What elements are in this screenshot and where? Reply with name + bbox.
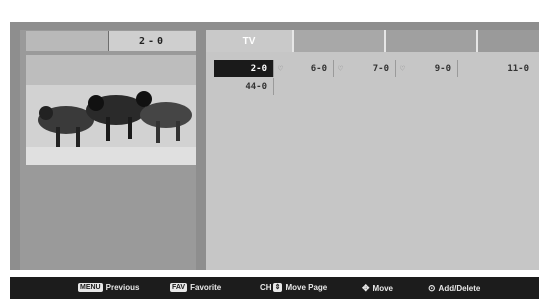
tab-4[interactable] — [476, 30, 539, 52]
favorite-heart-icon: ♡ — [400, 64, 405, 73]
channel-number: 44-0 — [245, 81, 267, 92]
channel-item[interactable]: ♡ 9-0 — [396, 60, 458, 77]
channel-number: 6-0 — [310, 63, 327, 74]
hint-move-page: CH ⇕ Move Page — [260, 283, 327, 292]
hint-previous-label: Previous — [105, 283, 140, 292]
dpad-icon: ✥ — [362, 283, 370, 293]
channel-item[interactable]: 44-0 — [214, 78, 274, 95]
favorite-heart-icon: ♡ — [338, 64, 343, 73]
current-channel-header: 2-0 — [26, 31, 196, 51]
hint-favorite: FAV Favorite — [170, 283, 221, 292]
channel-header-blank — [26, 31, 109, 51]
channel-number: 11-0 — [507, 63, 529, 74]
fav-key-icon: FAV — [170, 283, 188, 292]
channel-row-1: 2-0 ♡ 6-0 ♡ 7-0 ♡ 9-0 11-0 — [214, 60, 535, 77]
hint-move: ✥ Move — [362, 283, 393, 294]
channel-number: 2-0 — [250, 63, 267, 74]
channel-item[interactable]: ♡ 6-0 — [274, 60, 334, 77]
tv-preview-image — [26, 55, 196, 165]
current-channel-number: 2-0 — [109, 31, 196, 51]
channel-item[interactable]: 11-0 — [458, 60, 535, 77]
tab-2[interactable] — [292, 30, 384, 52]
channel-row-2: 44-0 — [214, 78, 274, 95]
channel-list-panel: TV 2-0 ♡ 6-0 ♡ 7-0 ♡ 9-0 11-0 44-0 — [206, 30, 539, 270]
ch-updown-icon: ⇕ — [272, 283, 283, 292]
hint-add-delete-label: Add/Delete — [438, 284, 481, 293]
channel-tabs: TV — [206, 30, 539, 52]
channel-preview-panel: 2-0 — [20, 30, 196, 270]
ch-key-label: CH — [260, 283, 272, 292]
channel-number: 7-0 — [372, 63, 389, 74]
favorite-heart-icon: ♡ — [278, 64, 283, 73]
channel-item[interactable]: 2-0 — [214, 60, 274, 77]
footer-help-bar: MENU Previous FAV Favorite CH ⇕ Move Pag… — [10, 277, 539, 299]
hint-move-page-label: Move Page — [285, 283, 328, 292]
channel-grid: 2-0 ♡ 6-0 ♡ 7-0 ♡ 9-0 11-0 44-0 — [206, 52, 539, 270]
tv-screen: 2-0 TV 2-0 ♡ 6-0 ♡ 7-0 ♡ 9-0 11-0 44-0 — [10, 22, 539, 270]
menu-key-icon: MENU — [78, 283, 103, 292]
horse-race-image — [26, 55, 196, 165]
tab-3[interactable] — [384, 30, 476, 52]
ok-button-icon: ⊙ — [428, 283, 436, 293]
hint-move-label: Move — [372, 284, 393, 293]
channel-item[interactable]: ♡ 7-0 — [334, 60, 396, 77]
hint-add-delete: ⊙ Add/Delete — [428, 283, 480, 294]
hint-previous: MENU Previous — [78, 283, 139, 292]
hint-favorite-label: Favorite — [190, 283, 222, 292]
tab-tv[interactable]: TV — [206, 30, 292, 52]
channel-number: 9-0 — [434, 63, 451, 74]
